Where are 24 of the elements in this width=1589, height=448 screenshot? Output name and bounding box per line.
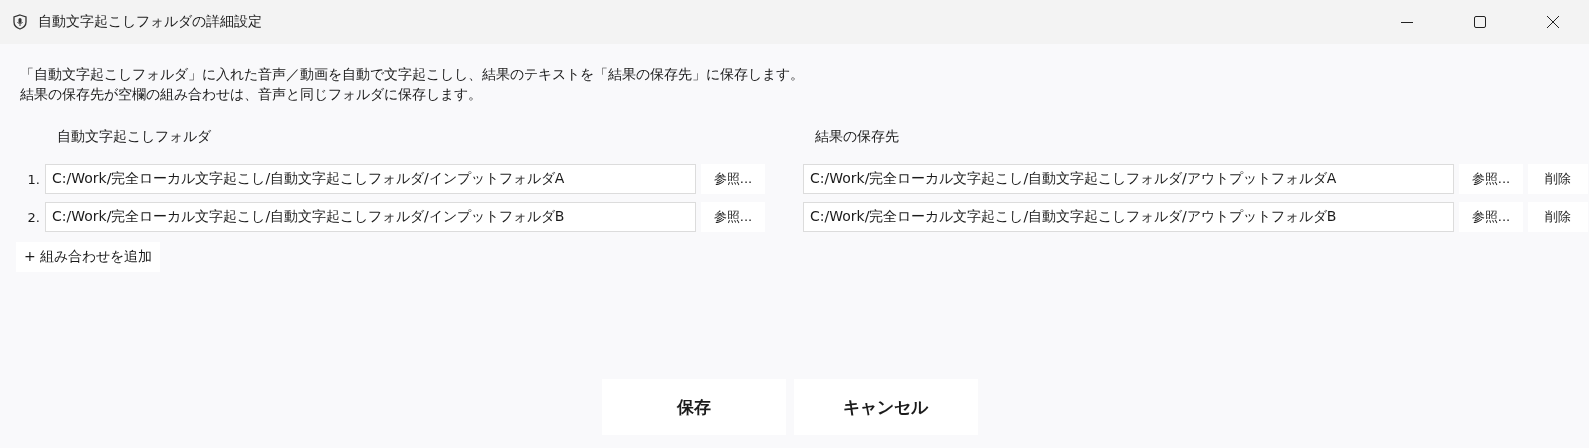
output-folder-field[interactable]: C:/Work/完全ローカル文字起こし/自動文字起こしフォルダ/アウトプットフォルダB — [803, 202, 1454, 232]
add-pair-button[interactable]: + 組み合わせを追加 — [16, 242, 161, 272]
column-header: 結果の保存先 — [814, 128, 900, 146]
browse-button[interactable]: 参照... — [701, 202, 765, 232]
microphone-shield-icon — [12, 14, 28, 30]
row-number: 1. — [26, 171, 40, 187]
save-button[interactable]: 保存 — [601, 379, 786, 435]
input-folder-field[interactable]: C:/Work/完全ローカル文字起こし/自動文字起こしフォルダ/インプットフォルダB — [45, 202, 696, 232]
browse-button[interactable]: 参照... — [1459, 202, 1523, 232]
output-folder-field[interactable]: C:/Work/完全ローカル文字起こし/自動文字起こしフォルダ/アウトプットフォルダA — [803, 164, 1454, 194]
delete-button[interactable]: 削除 — [1528, 164, 1588, 194]
description-text: 結果の保存先が空欄の組み合わせは、音声と同じフォルダに保存します。 — [19, 85, 483, 104]
cancel-button[interactable]: キャンセル — [793, 379, 978, 435]
delete-button[interactable]: 削除 — [1528, 202, 1588, 232]
window-title: 自動文字起こしフォルダの詳細設定 — [38, 13, 263, 31]
column-header: 自動文字起こしフォルダ — [56, 128, 212, 146]
browse-button[interactable]: 参照... — [701, 164, 765, 194]
close-icon — [1546, 16, 1559, 28]
input-folder-field[interactable]: C:/Work/完全ローカル文字起こし/自動文字起こしフォルダ/インプットフォルダA — [45, 164, 696, 194]
description-text: 「自動文字起こしフォルダ」に入れた音声／動画を自動で文字起こしし、結果のテキストを「結果の保存先」に保存します。 — [19, 65, 805, 84]
maximize-icon — [1473, 16, 1486, 28]
row-number: 2. — [26, 209, 40, 225]
browse-button[interactable]: 参照... — [1459, 164, 1523, 194]
minimize-icon — [1400, 21, 1413, 23]
